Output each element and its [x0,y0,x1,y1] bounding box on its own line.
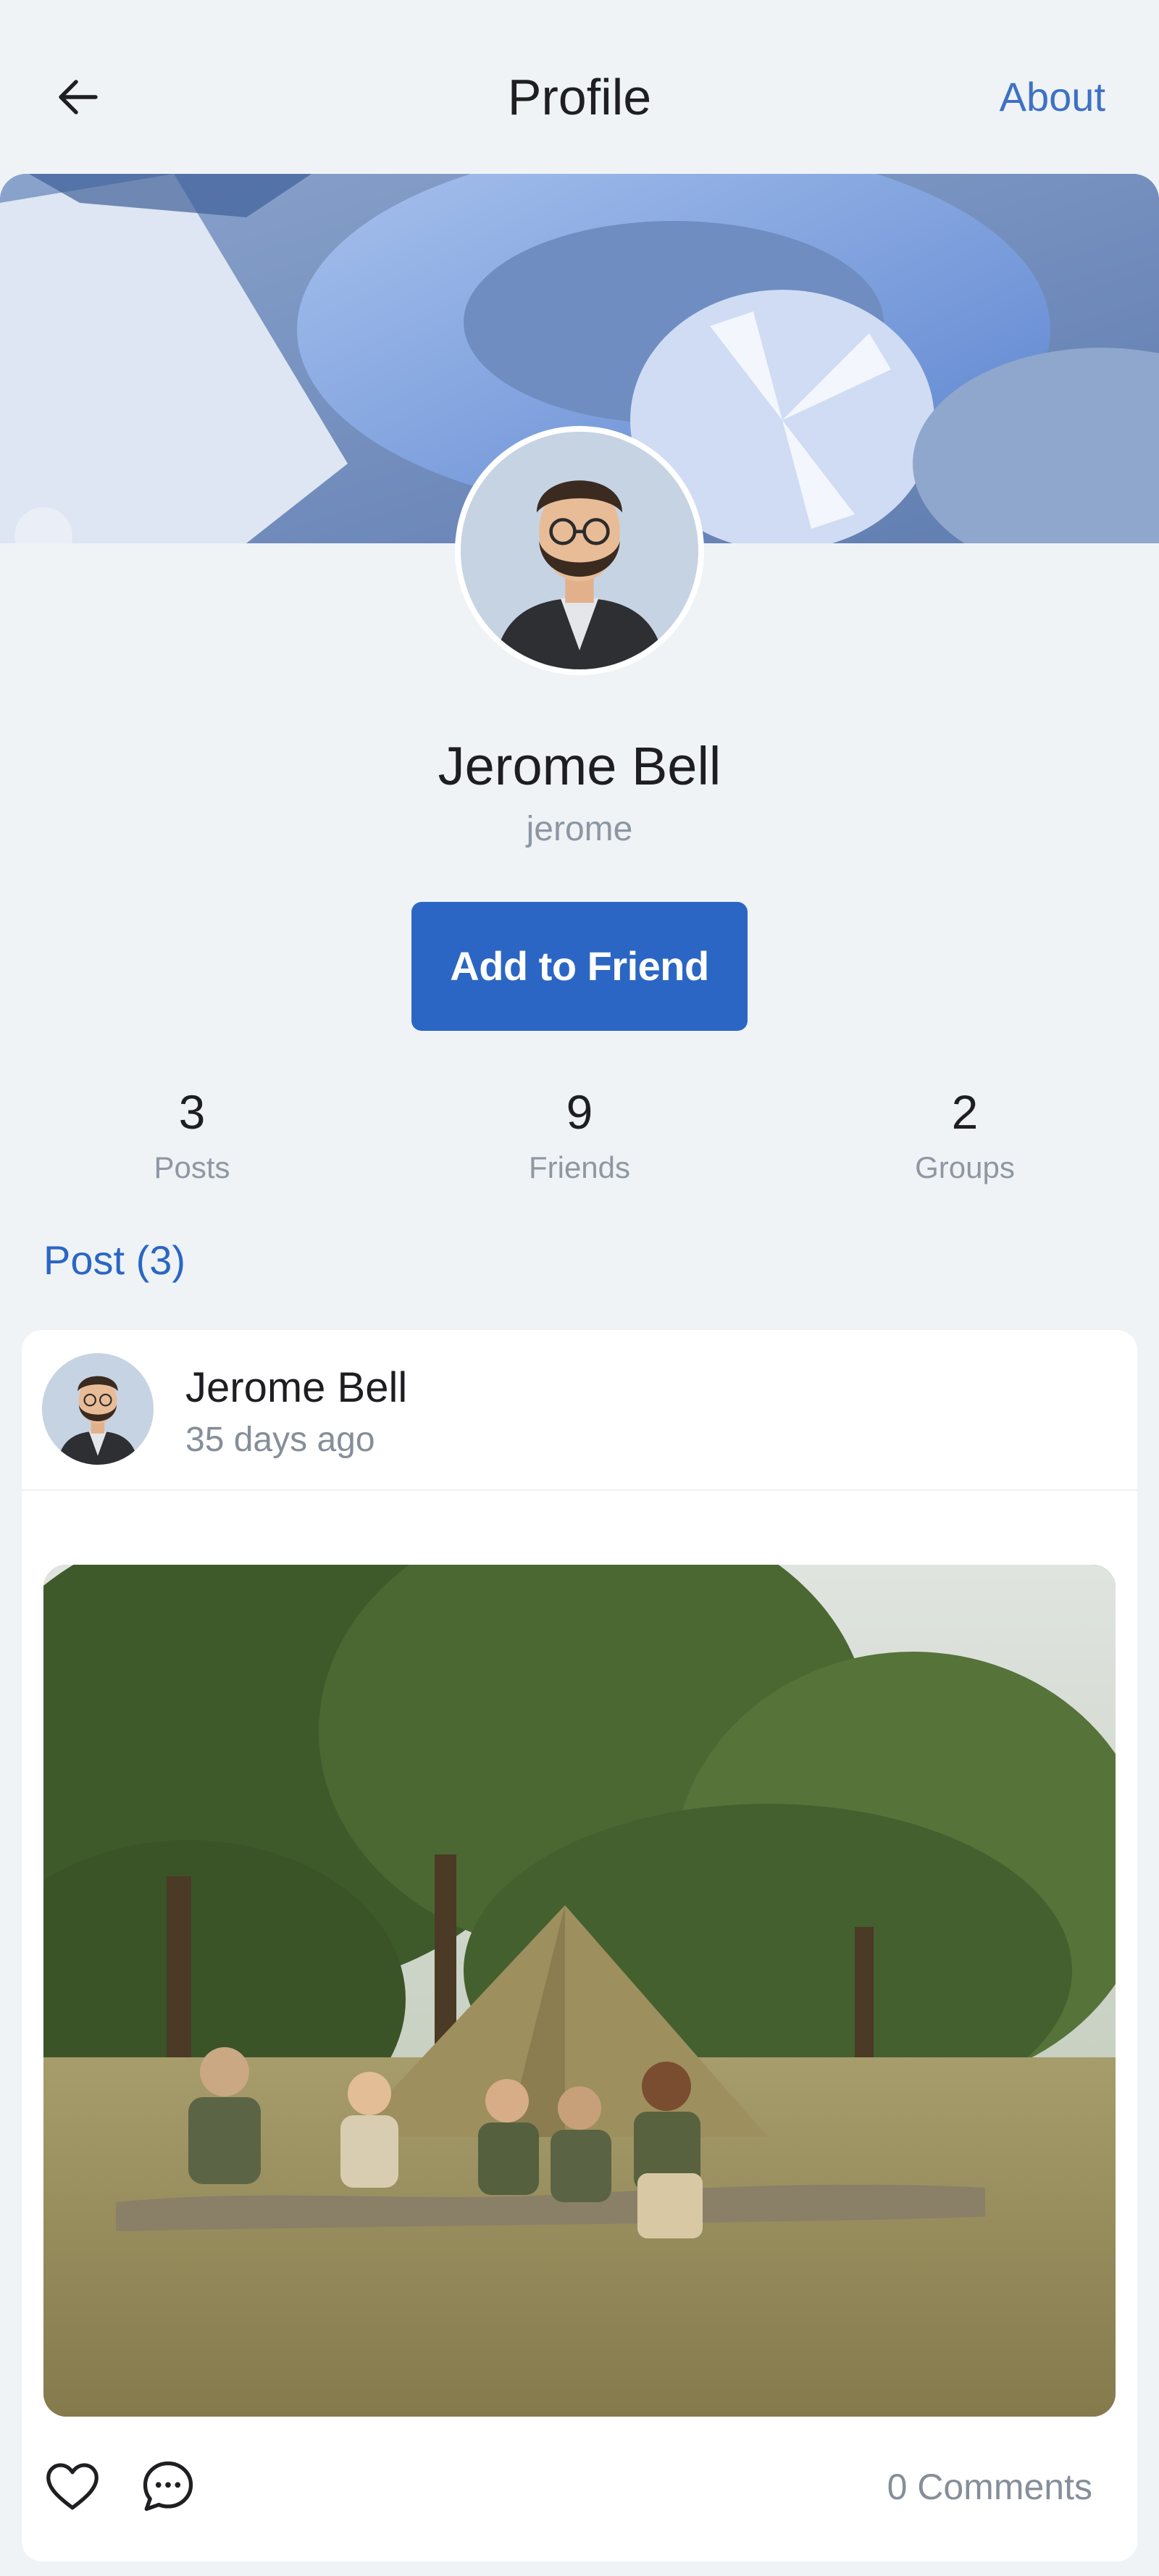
stat-label: Groups [915,1150,1015,1184]
page-title: Profile [507,69,652,125]
add-to-friend-button[interactable]: Add to Friend [411,902,748,1031]
post-author[interactable]: Jerome Bell [185,1359,407,1417]
about-link[interactable]: About [1000,70,1105,125]
post-card: Jerome Bell 35 days ago 0 Comments [22,1330,1137,2562]
comment-button[interactable] [138,2456,198,2517]
heart-icon [46,2463,99,2510]
stat-value: 2 [951,1085,979,1139]
comments-count-link[interactable]: 0 Comments [887,2462,1092,2512]
profile-stats: 3 Posts 9 Friends 2 Groups [0,1079,1159,1195]
stat-value: 9 [566,1085,593,1139]
profile-username: jerome [526,810,633,848]
post-header: Jerome Bell 35 days ago [22,1330,1137,1491]
profile-avatar [455,426,704,675]
chat-bubble-icon [143,2461,193,2512]
profile-name: Jerome Bell [438,736,721,796]
stat-posts[interactable]: 3 Posts [47,1079,337,1189]
post-photo[interactable] [43,1565,1116,2417]
stat-label: Posts [154,1150,230,1184]
like-button[interactable] [42,2456,103,2517]
top-bar: Profile About [0,0,1159,174]
avatar[interactable] [42,1353,154,1465]
stat-groups[interactable]: 2 Groups [820,1079,1110,1189]
stat-label: Friends [528,1150,631,1184]
post-timestamp: 35 days ago [185,1421,375,1459]
post-actions: 0 Comments [22,2446,1137,2525]
stat-value: 3 [178,1085,206,1139]
posts-heading: Post (3) [43,1237,186,1283]
stat-friends[interactable]: 9 Friends [435,1079,724,1189]
